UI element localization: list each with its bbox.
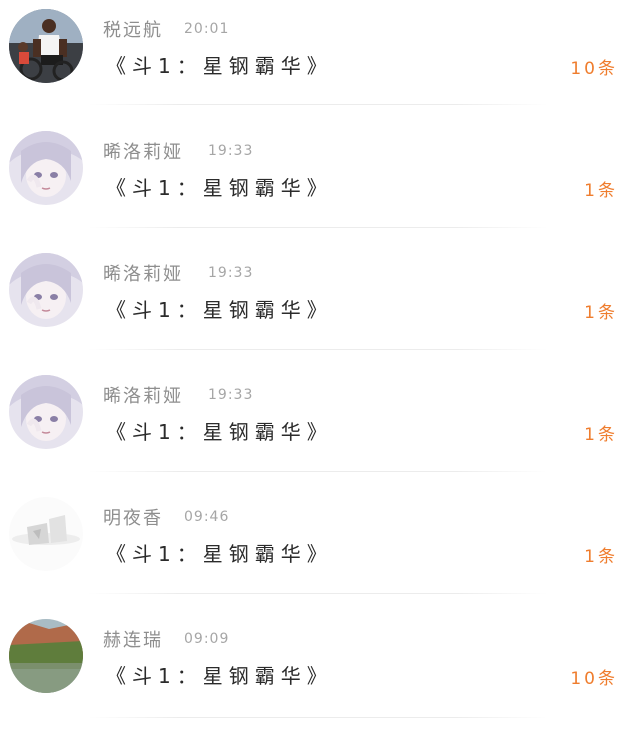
unread-count: 10条	[570, 669, 618, 689]
message-row[interactable]: 晞洛莉娅 19:33 《斗1：星钢霸华》 1条	[0, 122, 640, 244]
message-title: 《斗1：星钢霸华》	[106, 664, 333, 688]
message-title: 《斗1：星钢霸华》	[106, 542, 333, 566]
message-time: 09:09	[184, 631, 230, 647]
avatar-landscape-photo[interactable]	[9, 619, 83, 693]
message-time: 19:33	[208, 265, 254, 281]
sender-name: 赫连瑞	[103, 630, 163, 651]
row-divider	[88, 227, 548, 228]
row-divider	[88, 717, 548, 718]
message-time: 20:01	[184, 21, 230, 37]
message-row[interactable]: 晞洛莉娅 19:33 《斗1：星钢霸华》 1条	[0, 244, 640, 366]
sender-name: 明夜香	[103, 508, 163, 529]
avatar-anime-girl[interactable]	[9, 375, 83, 449]
avatar-cyclist-photo[interactable]	[9, 9, 83, 83]
message-time: 19:33	[208, 387, 254, 403]
message-list: 税远航 20:01 《斗1：星钢霸华》 10条 晞洛莉娅 19:33 《斗1：星…	[0, 0, 640, 732]
row-divider	[88, 593, 548, 594]
message-row[interactable]: 明夜香 09:46 《斗1：星钢霸华》 1条	[0, 488, 640, 610]
avatar-blurred-logo[interactable]	[9, 497, 83, 571]
message-row[interactable]: 晞洛莉娅 19:33 《斗1：星钢霸华》 1条	[0, 366, 640, 488]
sender-name: 晞洛莉娅	[103, 386, 183, 407]
message-row[interactable]: 赫连瑞 09:09 《斗1：星钢霸华》 10条	[0, 610, 640, 732]
unread-count: 1条	[584, 547, 618, 567]
avatar-anime-girl[interactable]	[9, 131, 83, 205]
message-time: 09:46	[184, 509, 230, 525]
row-divider	[88, 104, 548, 105]
avatar-anime-girl[interactable]	[9, 253, 83, 327]
message-title: 《斗1：星钢霸华》	[106, 420, 333, 444]
message-row[interactable]: 税远航 20:01 《斗1：星钢霸华》 10条	[0, 0, 640, 122]
message-time: 19:33	[208, 143, 254, 159]
row-divider	[88, 349, 548, 350]
sender-name: 晞洛莉娅	[103, 264, 183, 285]
unread-count: 10条	[570, 59, 618, 79]
sender-name: 税远航	[103, 20, 163, 41]
unread-count: 1条	[584, 425, 618, 445]
message-title: 《斗1：星钢霸华》	[106, 298, 333, 322]
sender-name: 晞洛莉娅	[103, 142, 183, 163]
message-title: 《斗1：星钢霸华》	[106, 54, 333, 78]
row-divider	[88, 471, 548, 472]
unread-count: 1条	[584, 181, 618, 201]
message-title: 《斗1：星钢霸华》	[106, 176, 333, 200]
unread-count: 1条	[584, 303, 618, 323]
